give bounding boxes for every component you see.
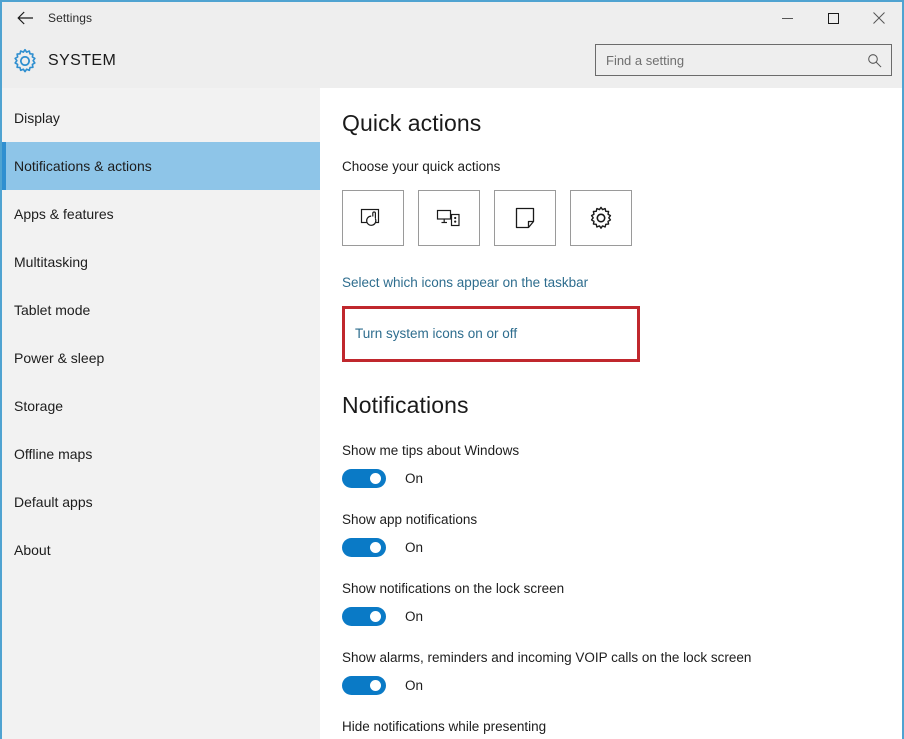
toggle-knob [370, 680, 381, 691]
search-box[interactable] [595, 44, 892, 76]
title-bar: Settings [2, 2, 902, 34]
sidebar-item-notifications-and-actions[interactable]: Notifications & actions [2, 142, 320, 190]
quick-action-tile-tablet-mode[interactable] [342, 190, 404, 246]
quick-action-tile-connect[interactable] [418, 190, 480, 246]
tablet-mode-icon [360, 208, 380, 226]
toggle-state-label: On [405, 678, 424, 693]
toggle-knob [370, 542, 381, 553]
all-settings-gear-icon [590, 206, 612, 229]
sidebar-item-label: Display [14, 110, 60, 126]
sidebar-item-default-apps[interactable]: Default apps [2, 478, 320, 526]
toggle-show-alarms-reminders-voip[interactable] [342, 676, 386, 695]
setting-label: Show alarms, reminders and incoming VOIP… [342, 650, 752, 665]
search-icon [867, 53, 881, 67]
connect-project-icon [436, 209, 460, 227]
gear-icon [14, 48, 36, 73]
quick-actions-subheading: Choose your quick actions [342, 159, 501, 174]
body: Display Notifications & actions Apps & f… [2, 88, 902, 739]
quick-actions-heading: Quick actions [342, 110, 482, 136]
highlight-box-turn-system-icons: Turn system icons on or off [342, 306, 640, 362]
quick-action-tile-note[interactable] [494, 190, 556, 246]
taskbar-links: Select which icons appear on the taskbar… [342, 274, 902, 362]
back-arrow-icon [16, 11, 33, 25]
toggle-row: On [342, 538, 902, 557]
toggle-row: On [342, 607, 902, 626]
back-button[interactable] [2, 2, 48, 34]
toggle-show-me-tips-about-windows[interactable] [342, 469, 386, 488]
sidebar-item-label: Power & sleep [14, 350, 105, 366]
toggle-state-label: On [405, 609, 424, 624]
page-header: SYSTEM [2, 34, 902, 88]
sidebar-item-label: Multitasking [14, 254, 88, 270]
page-title: SYSTEM [48, 52, 117, 69]
search-input[interactable] [596, 45, 857, 75]
sidebar-item-label: Tablet mode [14, 302, 91, 318]
toggle-show-app-notifications[interactable] [342, 538, 386, 557]
notifications-heading: Notifications [342, 392, 469, 418]
toggle-state-label: On [405, 471, 424, 486]
search-button[interactable] [857, 45, 891, 75]
main-content: Quick actions Choose your quick actions [320, 88, 902, 739]
setting-label: Show app notifications [342, 512, 478, 527]
sidebar-item-apps-and-features[interactable]: Apps & features [2, 190, 320, 238]
sidebar-item-display[interactable]: Display [2, 94, 320, 142]
toggle-knob [370, 473, 381, 484]
quick-action-tile-all-settings[interactable] [570, 190, 632, 246]
sidebar-item-label: Offline maps [14, 446, 93, 462]
setting-show-alarms-reminders-voip: Show alarms, reminders and incoming VOIP… [342, 647, 902, 695]
settings-window: Settings SYSTEM Find a setting Display N… [0, 0, 904, 739]
sidebar-item-label: About [14, 542, 51, 558]
sidebar-item-about[interactable]: About [2, 526, 320, 574]
setting-show-me-tips-about-windows: Show me tips about Windows On [342, 440, 902, 488]
toggle-show-notifications-on-lock-screen[interactable] [342, 607, 386, 626]
minimize-icon [781, 17, 793, 19]
toggle-state-label: On [405, 540, 424, 555]
close-button[interactable] [856, 2, 902, 34]
sidebar-item-tablet-mode[interactable]: Tablet mode [2, 286, 320, 334]
toggle-row: On [342, 676, 902, 695]
quick-action-tiles [342, 190, 902, 246]
sidebar-item-multitasking[interactable]: Multitasking [2, 238, 320, 286]
setting-hide-notifications-while-presenting: Hide notifications while presenting [342, 716, 902, 737]
close-icon [873, 12, 885, 24]
sidebar-item-power-and-sleep[interactable]: Power & sleep [2, 334, 320, 382]
sidebar-item-label: Notifications & actions [14, 158, 152, 174]
link-select-which-icons-appear-on-taskbar[interactable]: Select which icons appear on the taskbar [342, 274, 902, 292]
setting-label: Show notifications on the lock screen [342, 581, 565, 596]
sidebar: Display Notifications & actions Apps & f… [2, 88, 320, 739]
setting-label: Show me tips about Windows [342, 443, 520, 458]
sidebar-item-storage[interactable]: Storage [2, 382, 320, 430]
minimize-button[interactable] [764, 2, 810, 34]
brand-gear [2, 48, 48, 74]
toggle-knob [370, 611, 381, 622]
maximize-button[interactable] [810, 2, 856, 34]
sidebar-item-label: Default apps [14, 494, 93, 510]
link-turn-system-icons-on-or-off[interactable]: Turn system icons on or off [355, 325, 627, 343]
maximize-icon [827, 12, 839, 24]
window-title: Settings [48, 11, 93, 25]
sidebar-item-offline-maps[interactable]: Offline maps [2, 430, 320, 478]
setting-label: Hide notifications while presenting [342, 719, 547, 734]
setting-show-notifications-on-lock-screen: Show notifications on the lock screen On [342, 578, 902, 626]
sidebar-item-label: Apps & features [14, 206, 114, 222]
toggle-row: On [342, 469, 902, 488]
sidebar-item-label: Storage [14, 398, 64, 414]
setting-show-app-notifications: Show app notifications On [342, 509, 902, 557]
window-controls [764, 2, 902, 34]
note-icon [515, 207, 535, 229]
